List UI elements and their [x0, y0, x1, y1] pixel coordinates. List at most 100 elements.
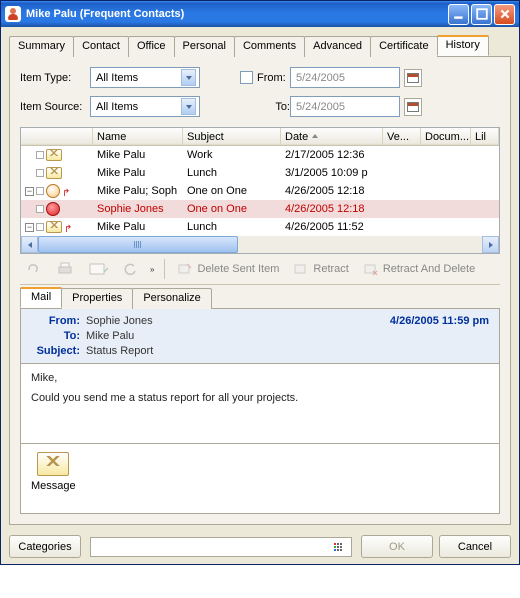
tab-certificate[interactable]: Certificate — [370, 36, 438, 57]
table-row[interactable]: −Mike Palu; SophOne on One4/26/2005 12:1… — [21, 182, 499, 200]
attach-button[interactable] — [22, 258, 44, 280]
col-version[interactable]: Ve... — [383, 128, 421, 145]
subject-value: Status Report — [86, 345, 390, 357]
categories-button[interactable]: Categories — [9, 535, 81, 558]
tree-spacer — [25, 151, 34, 160]
mail-body[interactable]: Mike, Could you send me a status report … — [20, 364, 500, 444]
message-icon — [37, 452, 69, 476]
tab-contact[interactable]: Contact — [73, 36, 129, 57]
dropdown-arrow-icon — [181, 98, 196, 115]
mail-icon — [46, 221, 62, 233]
rows-container: Mike PaluWork2/17/2005 12:36Mike PaluLun… — [21, 146, 499, 236]
cell-date: 3/1/2005 10:09 p — [281, 167, 383, 179]
table-row[interactable]: Mike PaluWork2/17/2005 12:36 — [21, 146, 499, 164]
categories-field[interactable] — [90, 537, 352, 557]
cell-subject: Work — [183, 149, 281, 161]
from-date-input[interactable]: 5/24/2005 — [290, 67, 400, 88]
maximize-button[interactable] — [471, 4, 492, 25]
cell-name: Mike Palu — [93, 221, 183, 233]
cell-date: 4/26/2005 12:18 — [281, 203, 383, 215]
cell-subject: Lunch — [183, 167, 281, 179]
from-checkbox[interactable] — [240, 71, 253, 84]
tab-advanced[interactable]: Advanced — [304, 36, 371, 57]
mail-header: From: Sophie Jones 4/26/2005 11:59 pm To… — [20, 309, 500, 364]
col-icons[interactable] — [21, 128, 93, 145]
cell-date: 4/26/2005 11:52 — [281, 221, 383, 233]
app-icon — [5, 6, 21, 22]
col-date[interactable]: Date — [281, 128, 383, 145]
row-icons — [21, 149, 93, 161]
row-icons: − — [21, 221, 93, 233]
from-label: From: — [31, 315, 86, 327]
tab-summary[interactable]: Summary — [9, 36, 74, 57]
delete-sent-button[interactable]: Delete Sent Item — [175, 259, 281, 279]
horizontal-scrollbar[interactable] — [21, 236, 499, 253]
ok-button[interactable]: OK — [361, 535, 433, 558]
retract-button[interactable]: Retract — [291, 259, 350, 279]
to-label: To: — [31, 330, 86, 342]
to-calendar-button[interactable] — [404, 98, 422, 116]
attachment-area: Message — [20, 444, 500, 514]
outgoing-arrow-icon — [62, 187, 68, 195]
calendar-icon — [407, 102, 419, 112]
col-subject[interactable]: Subject — [183, 128, 281, 145]
dialog-footer: Categories OK Cancel — [1, 529, 519, 564]
scroll-track[interactable] — [38, 236, 482, 253]
col-name[interactable]: Name — [93, 128, 183, 145]
chevron-more-icon[interactable]: » — [150, 265, 154, 274]
subtab-properties[interactable]: Properties — [61, 288, 133, 309]
status-icon — [36, 187, 44, 195]
item-source-select[interactable]: All Items — [90, 96, 200, 117]
cell-date: 4/26/2005 12:18 — [281, 185, 383, 197]
scroll-thumb[interactable] — [38, 236, 238, 253]
tab-history[interactable]: History — [437, 35, 489, 56]
appointment-icon — [46, 202, 60, 216]
table-row[interactable]: Sophie JonesOne on One4/26/2005 12:18 — [21, 200, 499, 218]
print-button[interactable] — [54, 258, 76, 280]
from-checkbox-label[interactable]: From: — [240, 71, 290, 84]
col-document[interactable]: Docum... — [421, 128, 471, 145]
window-title: Mike Palu (Frequent Contacts) — [26, 8, 184, 20]
cancel-button[interactable]: Cancel — [439, 535, 511, 558]
appointment-icon — [46, 184, 60, 198]
to-date-input[interactable]: 5/24/2005 — [290, 96, 400, 117]
mail-icon — [46, 167, 62, 179]
scroll-right-button[interactable] — [482, 236, 499, 253]
tab-office[interactable]: Office — [128, 36, 175, 57]
titlebar[interactable]: Mike Palu (Frequent Contacts) — [1, 1, 519, 27]
preview-tabs: Mail Properties Personalize — [20, 287, 500, 309]
status-icon — [36, 169, 44, 177]
close-button[interactable] — [494, 4, 515, 25]
row-icons — [21, 202, 93, 216]
calendar-icon — [407, 73, 419, 83]
minimize-button[interactable] — [448, 4, 469, 25]
subtab-personalize[interactable]: Personalize — [132, 288, 211, 309]
item-type-select[interactable]: All Items — [90, 67, 200, 88]
status-icon — [36, 151, 44, 159]
undo-button[interactable] — [122, 260, 140, 278]
cell-name: Mike Palu — [93, 167, 183, 179]
tree-collapse-icon[interactable]: − — [25, 187, 34, 196]
list-icon — [334, 543, 342, 551]
reply-button[interactable] — [86, 258, 112, 280]
from-calendar-button[interactable] — [404, 69, 422, 87]
to-label: To: — [240, 101, 290, 113]
tab-comments[interactable]: Comments — [234, 36, 305, 57]
cell-date: 2/17/2005 12:36 — [281, 149, 383, 161]
window: Mike Palu (Frequent Contacts) Summary Co… — [0, 0, 520, 565]
mail-timestamp: 4/26/2005 11:59 pm — [390, 315, 489, 327]
attachment-item[interactable]: Message — [31, 452, 76, 492]
subtab-mail[interactable]: Mail — [20, 287, 62, 308]
col-library[interactable]: Lil — [471, 128, 499, 145]
attachment-label: Message — [31, 480, 76, 492]
body-line: Could you send me a status report for al… — [31, 392, 489, 404]
retract-delete-button[interactable]: Retract And Delete — [361, 259, 477, 279]
table-row[interactable]: Mike PaluLunch3/1/2005 10:09 p — [21, 164, 499, 182]
subject-label: Subject: — [31, 345, 86, 357]
tab-personal[interactable]: Personal — [174, 36, 235, 57]
tree-collapse-icon[interactable]: − — [25, 223, 34, 232]
table-row[interactable]: − Mike PaluLunch4/26/2005 11:52 — [21, 218, 499, 236]
sort-asc-icon — [311, 131, 319, 143]
cell-subject: Lunch — [183, 221, 281, 233]
scroll-left-button[interactable] — [21, 236, 38, 253]
